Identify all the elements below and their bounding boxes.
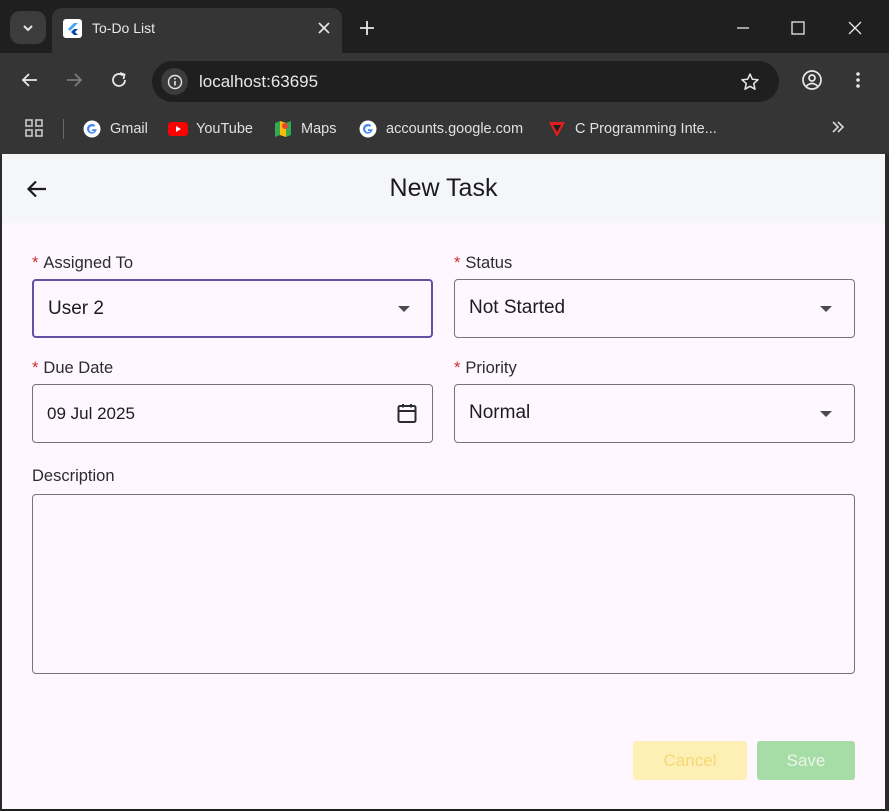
address-bar[interactable]: localhost:63695 <box>152 61 779 102</box>
tab-search-button[interactable] <box>10 11 46 44</box>
bookmark-label: accounts.google.com <box>386 121 524 137</box>
google-icon <box>82 119 102 139</box>
due-date-label: * Due Date <box>32 359 113 378</box>
description-textarea[interactable] <box>32 494 855 674</box>
bookmark-label: YouTube <box>196 121 253 137</box>
browser-toolbar: localhost:63695 <box>0 53 889 108</box>
save-button[interactable]: Save <box>757 741 855 780</box>
required-marker: * <box>454 254 461 272</box>
priority-label: * Priority <box>454 359 517 378</box>
tutorial-icon <box>547 119 567 139</box>
apps-grid-icon[interactable] <box>24 118 46 140</box>
bookmark-star-icon[interactable] <box>738 70 762 94</box>
cancel-button[interactable]: Cancel <box>633 741 747 780</box>
bookmark-label: Gmail <box>110 121 148 137</box>
description-label: Description <box>32 467 115 485</box>
browser-tab[interactable]: To-Do List <box>52 8 342 53</box>
bookmark-c-programming[interactable]: C Programming Inte... <box>547 116 717 142</box>
due-date-field[interactable]: 09 Jul 2025 <box>32 384 433 443</box>
minimize-icon[interactable] <box>731 16 755 40</box>
window-edge-right <box>885 154 889 811</box>
bookmark-youtube[interactable]: YouTube <box>168 116 253 142</box>
bookmark-accounts-google[interactable]: accounts.google.com <box>358 116 523 142</box>
dropdown-arrow-icon <box>820 306 832 312</box>
chevron-double-right-icon[interactable] <box>830 119 850 139</box>
assigned-to-label: * Assigned To <box>32 254 133 273</box>
dropdown-arrow-icon <box>820 411 832 417</box>
required-marker: * <box>454 359 461 377</box>
priority-dropdown[interactable]: Normal <box>454 384 855 443</box>
status-label: * Status <box>454 254 512 273</box>
more-menu-icon[interactable] <box>845 67 871 93</box>
status-dropdown[interactable]: Not Started <box>454 279 855 338</box>
bookmarks-bar: Gmail YouTube Maps accounts.google.com C… <box>0 108 889 154</box>
priority-label-text: Priority <box>465 359 517 377</box>
site-info-icon[interactable] <box>161 68 188 95</box>
bookmark-label: C Programming Inte... <box>575 121 717 137</box>
bookmarks-divider <box>63 119 64 139</box>
maps-icon <box>273 119 293 139</box>
required-marker: * <box>32 254 39 272</box>
status-value: Not Started <box>469 297 566 318</box>
calendar-icon[interactable] <box>396 402 418 424</box>
url-text: localhost:63695 <box>199 72 319 91</box>
tab-strip: To-Do List <box>0 0 889 53</box>
chevron-down-icon <box>23 24 33 31</box>
priority-value: Normal <box>469 402 531 423</box>
maximize-icon[interactable] <box>786 16 810 40</box>
flutter-icon <box>63 19 82 38</box>
reload-icon[interactable] <box>106 67 132 93</box>
due-date-value: 09 Jul 2025 <box>47 404 135 423</box>
app-bar: New Task <box>2 154 885 223</box>
bookmark-label: Maps <box>301 121 337 137</box>
forward-arrow-icon[interactable] <box>61 67 87 93</box>
app-page: New Task * Assigned To User 2 * Status Not… <box>2 154 885 809</box>
assigned-to-dropdown[interactable]: User 2 <box>32 279 433 338</box>
assigned-to-value: User 2 <box>48 298 104 319</box>
tab-title: To-Do List <box>92 20 156 36</box>
close-tab-icon[interactable] <box>314 18 334 38</box>
required-marker: * <box>32 359 39 377</box>
bookmark-gmail[interactable]: Gmail <box>82 116 148 142</box>
new-tab-icon[interactable] <box>356 17 378 39</box>
close-window-icon[interactable] <box>843 16 867 40</box>
assigned-to-label-text: Assigned To <box>43 254 134 272</box>
profile-icon[interactable] <box>799 67 825 93</box>
back-arrow-icon[interactable] <box>17 67 43 93</box>
bookmark-maps[interactable]: Maps <box>273 116 336 142</box>
status-label-text: Status <box>465 254 513 272</box>
google-icon <box>358 119 378 139</box>
page-title: New Task <box>389 174 498 202</box>
youtube-icon <box>168 119 188 139</box>
due-date-label-text: Due Date <box>43 359 114 377</box>
dropdown-arrow-icon <box>398 306 410 312</box>
